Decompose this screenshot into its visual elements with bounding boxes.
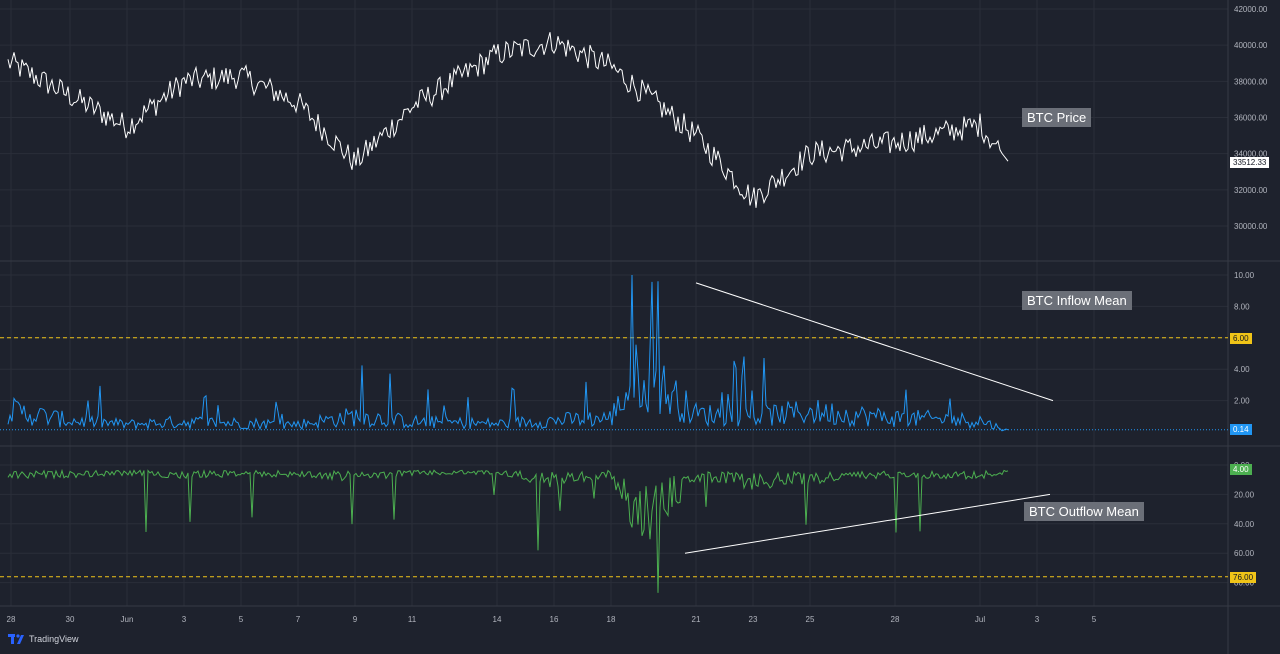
price-series-line <box>7 32 1009 208</box>
price-y-tick-label: 38000.00 <box>1234 77 1268 86</box>
x-axis-label: Jun <box>121 615 134 624</box>
price-y-tick-label: 30000.00 <box>1234 222 1268 231</box>
price-current-tag: 33512.33 <box>1230 157 1270 168</box>
x-axis-label: 25 <box>806 615 815 624</box>
x-axis-label: 3 <box>1035 615 1040 624</box>
tradingview-logo-icon <box>8 634 24 644</box>
inflow-y-tick-label: 4.00 <box>1234 365 1250 374</box>
x-axis-label: 30 <box>66 615 75 624</box>
price-y-tick-label: 42000.00 <box>1234 5 1268 14</box>
x-axis-label: 5 <box>239 615 244 624</box>
x-axis-label: 9 <box>353 615 358 624</box>
series-lines <box>7 32 1009 593</box>
x-axis-label: Jul <box>975 615 985 624</box>
x-axis-label: 23 <box>749 615 758 624</box>
inflow-trendline <box>695 282 1054 402</box>
inflow-pane-label: BTC Inflow Mean <box>1022 291 1132 310</box>
outflow-y-tick-label: 40.00 <box>1234 520 1255 529</box>
outflow-y-tick-label: 20.00 <box>1234 490 1255 499</box>
inflow-y-tick-label: 8.00 <box>1234 302 1250 311</box>
inflow-y-tick-label: 2.00 <box>1234 397 1250 406</box>
x-axis-label: 21 <box>692 615 701 624</box>
outflow-series-line <box>7 468 1009 593</box>
outflow-level-tag: 76.00 <box>1230 572 1257 583</box>
x-axis-label: 7 <box>296 615 301 624</box>
outflow-pane-label: BTC Outflow Mean <box>1024 502 1144 521</box>
chart-canvas[interactable]: 42000.0040000.0038000.0036000.0034000.00… <box>0 0 1280 654</box>
x-axis-label: 14 <box>493 615 502 624</box>
x-axis-label: 28 <box>7 615 16 624</box>
brand-name: TradingView <box>29 634 79 644</box>
inflow-level-tag: 6.00 <box>1230 333 1252 344</box>
x-axis-label: 11 <box>408 615 417 624</box>
inflow-y-tick-label: 10.00 <box>1234 271 1255 280</box>
x-axis-label: 16 <box>550 615 559 624</box>
x-axis-label: 5 <box>1092 615 1097 624</box>
x-axis-label: 28 <box>891 615 900 624</box>
inflow-current-tag: 0.14 <box>1230 424 1252 435</box>
price-y-tick-label: 32000.00 <box>1234 186 1268 195</box>
price-y-tick-label: 40000.00 <box>1234 41 1268 50</box>
x-axis-label: 18 <box>607 615 616 624</box>
tradingview-brand[interactable]: TradingView <box>8 634 79 644</box>
outflow-current-tag: 4.00 <box>1230 464 1252 475</box>
price-y-tick-label: 36000.00 <box>1234 114 1268 123</box>
inflow-series-line <box>7 274 1009 432</box>
x-axis-label: 3 <box>182 615 187 624</box>
price-pane-label: BTC Price <box>1022 108 1092 127</box>
outflow-y-tick-label: 60.00 <box>1234 549 1255 558</box>
